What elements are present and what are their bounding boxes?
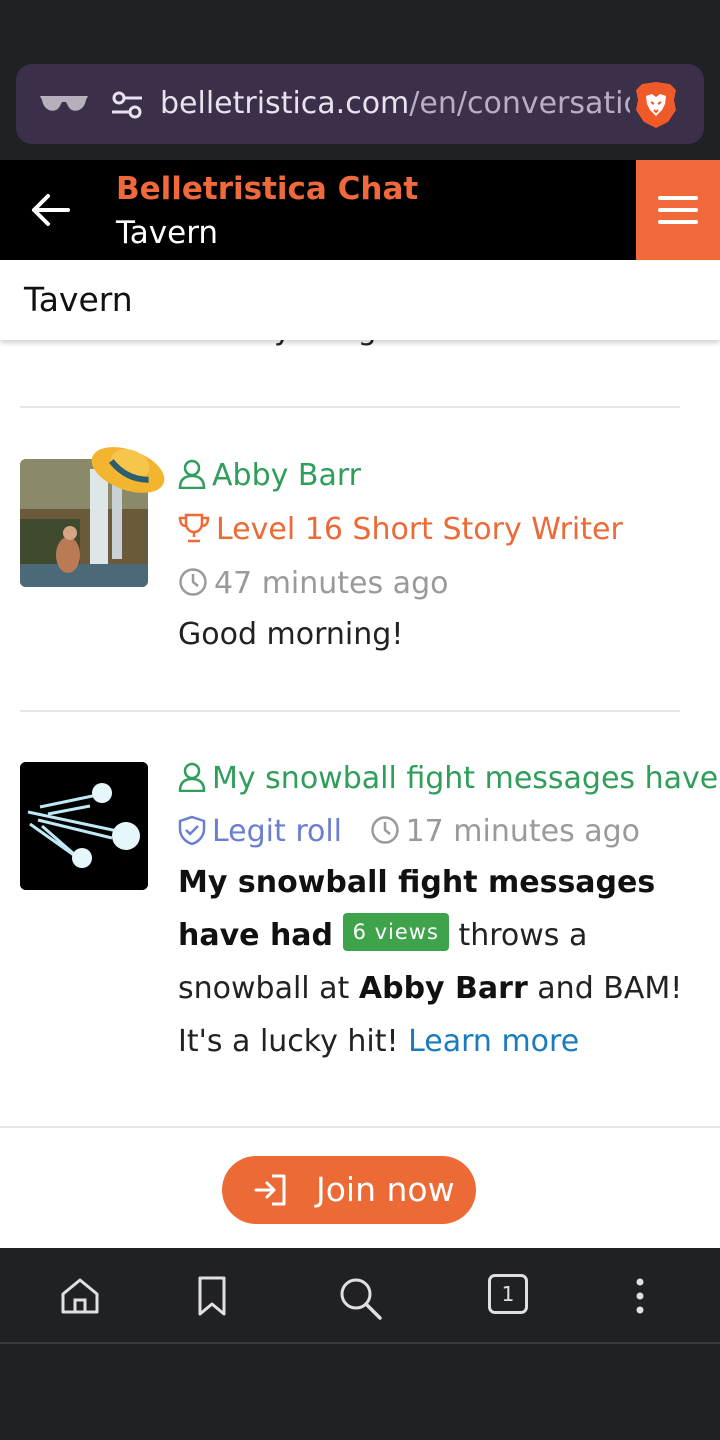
join-bar: Join now xyxy=(0,1126,720,1248)
clock-icon xyxy=(370,816,399,844)
legit-roll-tag: Legit roll xyxy=(212,814,343,849)
hamburger-menu-button[interactable] xyxy=(636,160,720,260)
home-icon[interactable] xyxy=(58,1274,102,1318)
message-time: 47 minutes ago xyxy=(178,564,448,604)
search-icon[interactable] xyxy=(336,1274,384,1322)
browser-toolbar: belletristica.com/en/conversation xyxy=(0,60,720,160)
browser-bottom-toolbar: 1 xyxy=(0,1248,720,1344)
straw-hat-icon xyxy=(91,447,165,493)
status-bar xyxy=(0,0,720,60)
message-text: Good morning! xyxy=(178,617,404,652)
message-author[interactable]: My snowball fight messages have had 6 vi… xyxy=(178,759,720,799)
rank-label: Level 16 Short Story Writer xyxy=(216,512,623,547)
app-header: Belletristica Chat Tavern xyxy=(0,160,720,260)
channel-bar: Tavern xyxy=(0,260,720,340)
message-line: My snowball fight messages xyxy=(178,856,698,909)
divider xyxy=(20,710,680,712)
brave-shield-icon[interactable] xyxy=(632,80,680,130)
user-icon xyxy=(178,762,206,793)
message-author[interactable]: Abby Barr xyxy=(178,456,361,496)
time-label: 17 minutes ago xyxy=(405,814,641,849)
text-span: snowball at xyxy=(178,971,350,1006)
views-badge: 6 views xyxy=(342,913,449,951)
message-rank: Level 16 Short Story Writer xyxy=(178,510,623,550)
target-name: Abby Barr xyxy=(358,971,528,1006)
join-now-label: Join now xyxy=(316,1170,455,1209)
time-label: 47 minutes ago xyxy=(214,566,449,601)
tabs-button[interactable]: 1 xyxy=(488,1274,528,1314)
clock-icon xyxy=(179,568,207,596)
more-icon[interactable] xyxy=(626,1274,654,1318)
message-text: My snowball fight messages have had 6 vi… xyxy=(178,856,698,1068)
site-settings-icon[interactable] xyxy=(110,90,144,120)
message-line: It's a lucky hit! Learn more xyxy=(178,1015,698,1068)
url-path: /en/conversation xyxy=(409,86,630,121)
bookmark-icon[interactable] xyxy=(192,1274,232,1318)
back-arrow-icon[interactable] xyxy=(28,190,72,230)
url-domain: belletristica.com xyxy=(160,86,410,121)
bold-text: have had xyxy=(178,918,334,953)
text-span: and BAM! xyxy=(537,971,683,1006)
app-title: Belletristica Chat xyxy=(116,171,419,207)
user-icon xyxy=(178,459,206,490)
chat-content[interactable]: Tavern skilfully dodges. Learn more Abby… xyxy=(0,260,720,1248)
author-name: Abby Barr xyxy=(212,458,362,493)
app-subtitle: Tavern xyxy=(116,215,219,251)
trophy-icon xyxy=(178,513,210,543)
system-nav-area xyxy=(0,1346,720,1440)
learn-more-link[interactable]: Learn more xyxy=(408,1024,579,1059)
text-span: throws a xyxy=(458,918,588,953)
login-icon xyxy=(254,1174,286,1206)
avatar-snowball[interactable] xyxy=(20,762,148,890)
message-line: have had 6 views throws a xyxy=(178,909,698,962)
message-line: snowball at Abby Barr and BAM! xyxy=(178,962,698,1015)
divider xyxy=(20,406,680,408)
url-text[interactable]: belletristica.com/en/conversation xyxy=(160,82,630,126)
author-name: My snowball fight messages have had 6 vi… xyxy=(212,761,720,796)
private-glasses-icon[interactable] xyxy=(38,92,90,116)
address-bar[interactable]: belletristica.com/en/conversation xyxy=(16,64,704,144)
menu-line xyxy=(658,196,698,200)
menu-line xyxy=(658,208,698,212)
channel-title: Tavern xyxy=(24,280,133,319)
message-meta: Legit roll 17 minutes ago xyxy=(178,812,640,852)
snowball-icon xyxy=(20,762,148,890)
bold-text: My snowball fight messages xyxy=(178,865,656,900)
menu-line xyxy=(658,220,698,224)
join-now-button[interactable]: Join now xyxy=(222,1156,476,1224)
verified-shield-icon xyxy=(178,815,206,846)
text-span: It's a lucky hit! xyxy=(178,1024,399,1059)
